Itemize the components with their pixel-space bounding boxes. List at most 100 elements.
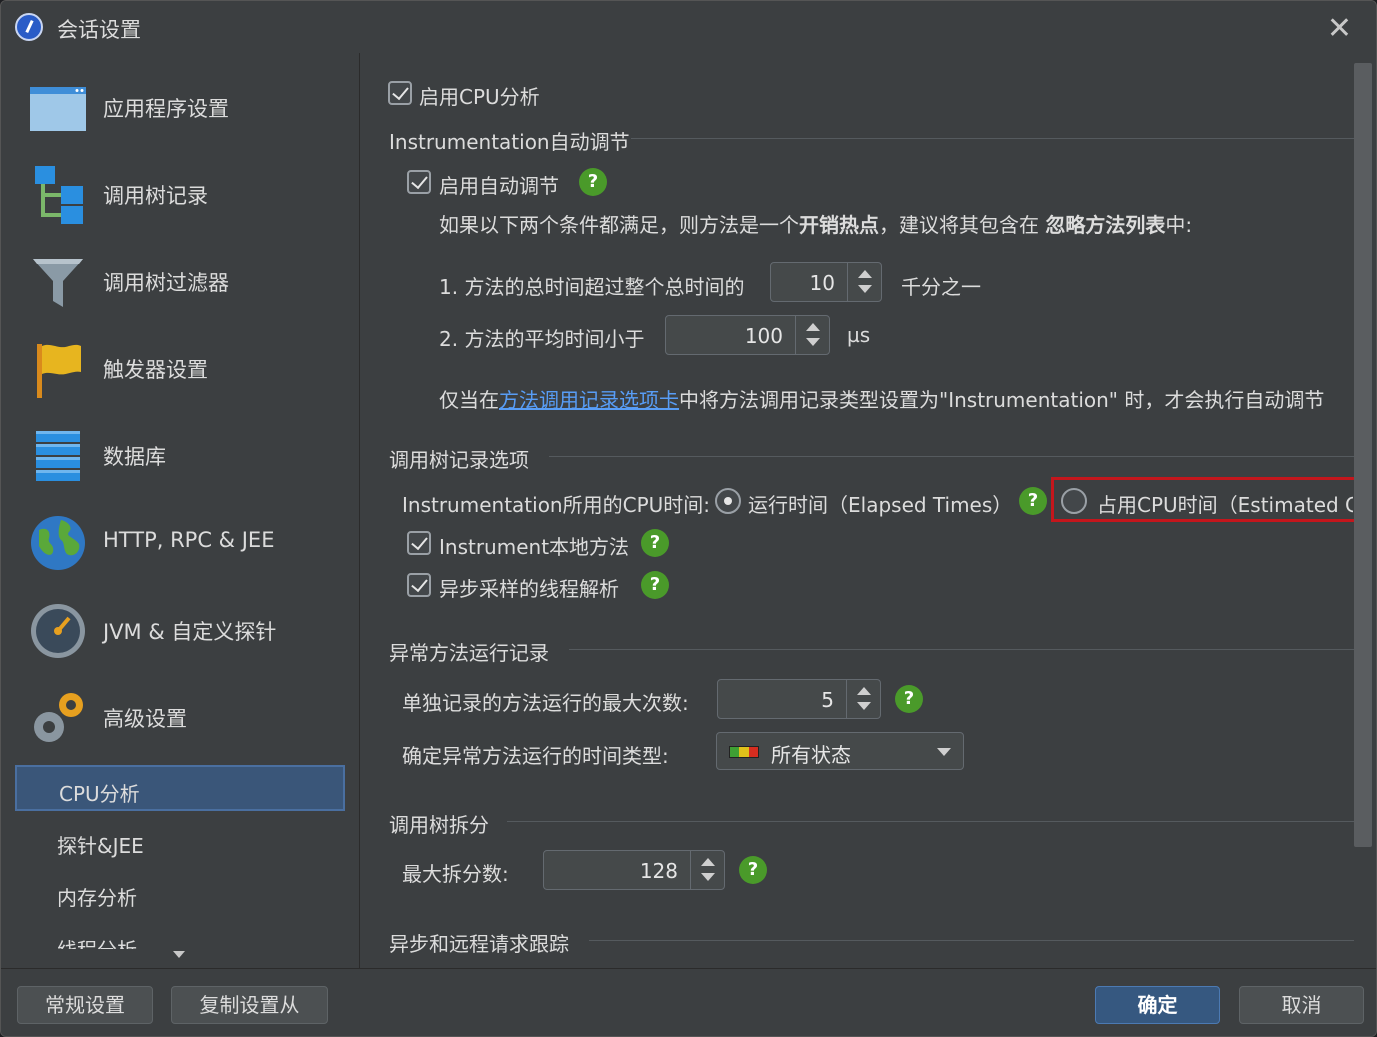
spinner-value: 5 [821,688,834,712]
time-type-dropdown[interactable]: 所有状态 [716,732,964,770]
cpu-profiling-panel: 启用CPU分析 Instrumentation自动调节 启用自动调节 ? 如果以… [361,53,1354,968]
spinner-value: 10 [809,271,835,295]
condition1-unit: 千分之一 [901,275,981,299]
spinner-up-icon[interactable] [701,858,715,866]
max-splits-label: 最大拆分数: [402,862,509,886]
sidebar-subitem-label: CPU分析 [59,782,140,806]
general-settings-button[interactable]: 常规设置 [17,986,153,1024]
cancel-button[interactable]: 取消 [1239,986,1364,1024]
section-title: Instrumentation自动调节 [389,130,630,154]
sidebar-item-label: 调用树记录 [103,184,208,208]
session-settings-dialog: 会话设置 ✕ 应用程序设置 调用树记录 调用树过滤器 触发器设置 数据库 HTT… [0,0,1377,1037]
desc-text: 中: [1165,213,1193,237]
gauge-icon [31,604,85,658]
sidebar-item-database[interactable]: 数据库 [3,413,359,499]
section-auto-tune: Instrumentation自动调节 [389,126,1354,154]
sidebar-subitem-label: 线程分析 [57,934,137,949]
desc-text: 如果以下两个条件都满足，则方法是一个 [439,213,799,237]
sidebar-item-trigger-settings[interactable]: 触发器设置 [3,326,359,412]
note-text: 中将方法调用记录类型设置为"Instrumentation" 时，才会执行自动调… [679,388,1325,412]
elapsed-times-label: 运行时间（Elapsed Times） [748,493,1013,517]
spinner-arrows[interactable] [690,851,724,889]
sidebar-item-call-tree-recording[interactable]: 调用树记录 [3,152,359,238]
desc-bold-hotspot: 开销热点 [799,213,879,237]
async-thread-resolution-checkbox[interactable] [407,573,431,597]
sidebar-subitem-thread-profiling[interactable]: 线程分析 [15,923,345,949]
section-divider [549,456,1354,457]
section-divider [507,821,1354,822]
gears-icon [34,693,83,742]
help-icon[interactable]: ? [641,571,669,599]
instrument-native-methods-checkbox[interactable] [407,531,431,555]
spinner-arrows[interactable] [847,263,881,301]
sidebar-item-label: 应用程序设置 [103,97,229,121]
section-exceptional-methods: 异常方法运行记录 [389,637,1354,665]
vertical-scrollbar[interactable] [1354,63,1372,847]
sidebar-subitem-probes-jee[interactable]: 探针&JEE [15,819,345,865]
method-call-recording-tab-link[interactable]: 方法调用记录选项卡 [499,388,679,412]
help-icon[interactable]: ? [895,685,923,713]
desc-bold-ignore-list: 忽略方法列表 [1045,213,1166,237]
sidebar-item-call-tree-filters[interactable]: 调用树过滤器 [3,239,359,325]
spinner-value: 128 [639,859,678,883]
app-logo-icon [15,13,43,41]
sidebar-item-label: 触发器设置 [103,358,208,382]
enable-auto-tune-label: 启用自动调节 [439,174,559,198]
spinner-down-icon[interactable] [701,873,715,881]
enable-auto-tune-checkbox[interactable] [407,170,431,194]
sidebar-item-label: JVM & 自定义探针 [103,620,277,644]
sidebar-item-jvm-probes[interactable]: JVM & 自定义探针 [3,588,359,674]
help-icon[interactable]: ? [579,168,607,196]
auto-tune-note: 仅当在方法调用记录选项卡中将方法调用记录类型设置为"Instrumentatio… [439,384,1324,413]
chevron-down-icon[interactable] [937,748,951,756]
spinner-down-icon[interactable] [858,285,872,293]
help-icon[interactable]: ? [1019,487,1047,515]
condition2-label: 2. 方法的平均时间小于 [439,327,645,351]
copy-settings-from-button[interactable]: 复制设置从 [171,986,328,1024]
spinner-up-icon[interactable] [806,323,820,331]
spinner-up-icon[interactable] [858,270,872,278]
sidebar-item-advanced-settings[interactable]: 高级设置 [3,675,359,761]
spinner-down-icon[interactable] [806,338,820,346]
max-runs-spinner[interactable]: 5 [717,679,881,719]
spinner-arrows[interactable] [846,680,880,718]
section-divider [589,940,1354,941]
section-call-tree-split: 调用树拆分 [389,809,1354,837]
spinner-arrows[interactable] [795,316,829,354]
elapsed-times-radio[interactable] [715,488,741,514]
sidebar-subitem-memory-profiling[interactable]: 内存分析 [15,871,345,917]
ok-button[interactable]: 确定 [1095,986,1220,1024]
sidebar-subitem-cpu-profiling[interactable]: CPU分析 [15,765,345,811]
condition2-spinner[interactable]: 100 [665,315,830,355]
spinner-down-icon[interactable] [857,702,871,710]
tree-icon [35,166,83,224]
help-icon[interactable]: ? [739,856,767,884]
estimated-cpu-times-label: 占用CPU时间（Estimated CI [1097,493,1353,517]
max-runs-label: 单独记录的方法运行的最大次数: [402,691,689,715]
sidebar-item-label: 调用树过滤器 [103,271,229,295]
close-icon[interactable]: ✕ [1327,11,1352,46]
help-icon[interactable]: ? [641,529,669,557]
database-icon [36,431,80,481]
sidebar-item-label: 数据库 [103,445,166,469]
sidebar-item-label: 高级设置 [103,707,187,731]
estimated-cpu-times-radio[interactable] [1061,488,1087,514]
enable-cpu-profiling-label: 启用CPU分析 [419,85,540,109]
desc-text: ，建议将其包含在 [879,213,1046,237]
dialog-footer: 常规设置 复制设置从 确定 取消 [1,968,1376,1036]
time-type-label: 确定异常方法运行的时间类型: [402,744,669,768]
auto-tune-description: 如果以下两个条件都满足，则方法是一个开销热点，建议将其包含在 忽略方法列表中: [439,209,1192,238]
enable-cpu-profiling-checkbox[interactable] [388,81,412,105]
dropdown-selected-value: 所有状态 [771,743,851,767]
sidebar-item-http-rpc-jee[interactable]: HTTP, RPC & JEE [3,500,359,586]
title-bar: 会话设置 ✕ [1,1,1376,53]
max-splits-spinner[interactable]: 128 [543,850,725,890]
section-title: 调用树拆分 [389,813,489,837]
scroll-down-arrow-icon[interactable] [173,951,185,958]
sidebar-item-app-settings[interactable]: 应用程序设置 [3,65,359,151]
note-text: 仅当在 [439,388,499,412]
spinner-up-icon[interactable] [857,687,871,695]
section-title: 异常方法运行记录 [389,641,549,665]
condition2-unit: µs [847,323,871,347]
condition1-spinner[interactable]: 10 [770,262,882,302]
